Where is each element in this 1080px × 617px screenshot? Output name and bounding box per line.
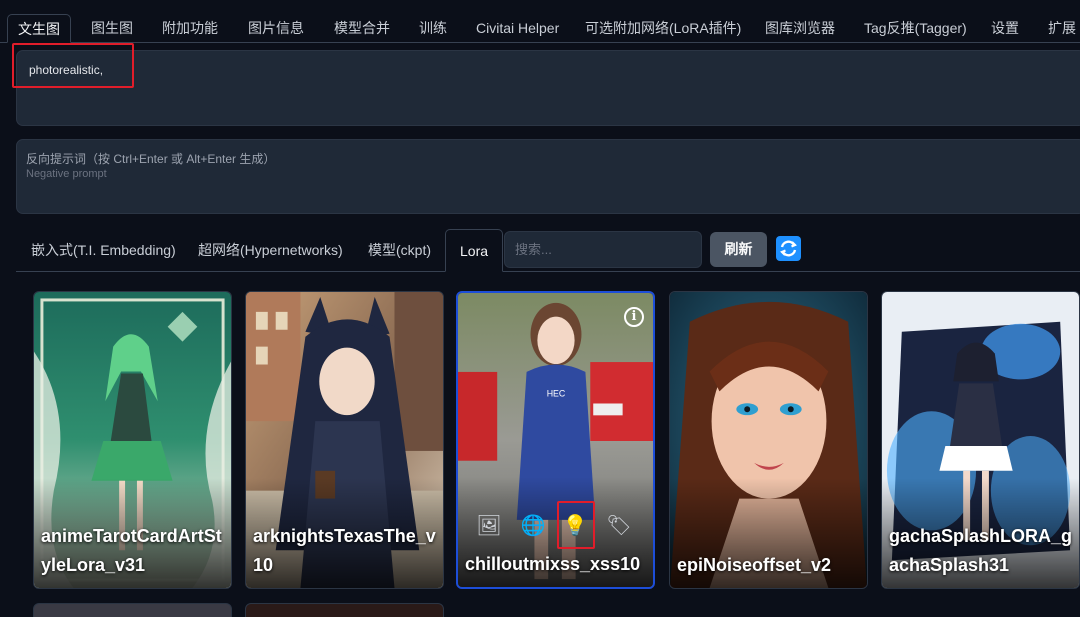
card-name: animeTarotCardArtStyleLora_v31 (41, 526, 222, 575)
card-name: arknightsTexasThe_v10 (253, 526, 436, 575)
lora-card[interactable]: animeTarotCardArtStyleLora_v31 (33, 291, 232, 589)
lora-card-selected[interactable]: HEC i 🖼 🌐 💡 🏷 chilloutmixss_xss10 (456, 291, 655, 589)
tab-image-browser[interactable]: 图库浏览器 (765, 14, 835, 43)
sync-icon (780, 240, 797, 257)
image-icon[interactable]: 🖼 (476, 513, 502, 539)
tab-lora[interactable]: Lora (445, 229, 504, 272)
tab-textual-inversion[interactable]: 嵌入式(T.I. Embedding) (31, 229, 176, 272)
prompt-textarea[interactable]: photorealistic, (16, 50, 1080, 126)
tab-train[interactable]: 训练 (419, 14, 447, 43)
tab-extensions[interactable]: 扩展 (1048, 14, 1076, 43)
network-search-input[interactable] (504, 231, 702, 268)
lora-card-partial[interactable] (245, 603, 444, 617)
tab-hypernetworks[interactable]: 超网络(Hypernetworks) (198, 229, 343, 272)
globe-icon[interactable]: 🌐 (520, 513, 546, 539)
tab-civitai-helper[interactable]: Civitai Helper (476, 14, 559, 43)
negative-prompt-label: 反向提示词（按 Ctrl+Enter 或 Alt+Enter 生成） (26, 152, 276, 166)
tab-additional-networks[interactable]: 可选附加网络(LoRA插件) (585, 14, 741, 43)
tab-checkpoint-merger[interactable]: 模型合并 (334, 14, 390, 43)
card-name: epiNoiseoffset_v2 (677, 555, 832, 575)
tab-settings[interactable]: 设置 (991, 14, 1019, 43)
tag-icon[interactable]: 🏷 (606, 513, 632, 539)
lora-card[interactable]: gachaSplashLORA_gachaSplash31 (881, 291, 1080, 589)
lightbulb-highlight-box (557, 501, 595, 549)
top-tab-bar: 文生图 图生图 附加功能 图片信息 模型合并 训练 Civitai Helper… (0, 0, 1080, 43)
card-name: chilloutmixss_xss10 (465, 554, 641, 574)
tab-txt2img[interactable]: 文生图 (7, 14, 71, 43)
negative-prompt-textarea[interactable]: 反向提示词（按 Ctrl+Enter 或 Alt+Enter 生成） Negat… (16, 139, 1080, 214)
tab-tagger[interactable]: Tag反推(Tagger) (864, 14, 967, 43)
card-name: gachaSplashLORA_gachaSplash31 (889, 526, 1073, 575)
refresh-button[interactable]: 刷新 (710, 232, 767, 267)
lora-card[interactable]: arknightsTexasThe_v10 (245, 291, 444, 589)
info-icon[interactable]: i (624, 307, 644, 327)
svg-text:HEC: HEC (547, 389, 566, 399)
tab-checkpoints[interactable]: 模型(ckpt) (368, 229, 431, 272)
sync-button[interactable] (776, 236, 801, 261)
lora-card[interactable]: epiNoiseoffset_v2 (669, 291, 868, 589)
negative-prompt-placeholder: Negative prompt (26, 168, 107, 180)
tab-img2img[interactable]: 图生图 (91, 14, 133, 43)
tab-png-info[interactable]: 图片信息 (248, 14, 304, 43)
webui-app: 文生图 图生图 附加功能 图片信息 模型合并 训练 Civitai Helper… (0, 0, 1080, 617)
tab-extras[interactable]: 附加功能 (162, 14, 218, 43)
prompt-highlight-box (12, 43, 134, 88)
lora-card-partial[interactable] (33, 603, 232, 617)
